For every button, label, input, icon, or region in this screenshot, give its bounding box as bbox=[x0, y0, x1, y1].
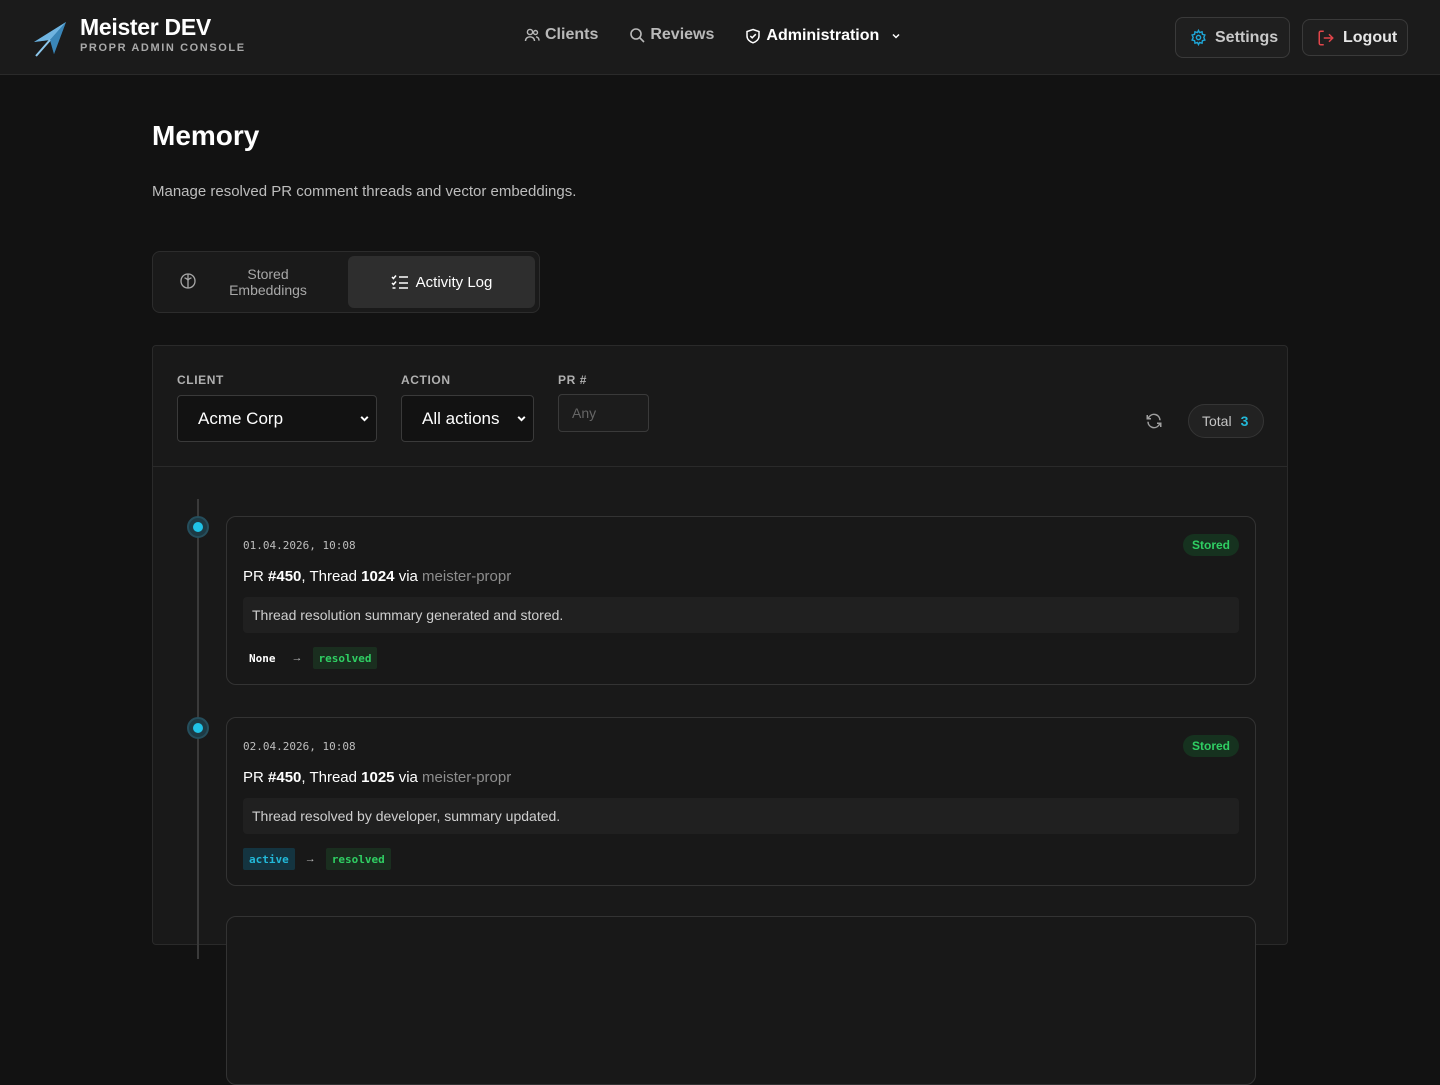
from-status: active bbox=[243, 848, 295, 870]
brand[interactable]: Meister DEV PROPR ADMIN CONSOLE bbox=[32, 14, 246, 58]
arrow-right-icon: → bbox=[304, 853, 316, 865]
entry-summary: Thread resolved by developer, summary up… bbox=[243, 798, 1239, 834]
nav-reviews[interactable]: Reviews bbox=[629, 26, 714, 44]
thread-prefix: , Thread bbox=[301, 568, 362, 585]
search-icon bbox=[630, 27, 645, 43]
settings-label: Settings bbox=[1215, 28, 1279, 46]
total-value: 3 bbox=[1240, 413, 1249, 429]
pr-number: #450 bbox=[268, 769, 302, 786]
to-status: resolved bbox=[312, 647, 378, 669]
timeline-dot bbox=[187, 717, 209, 739]
logout-button[interactable]: Logout bbox=[1302, 19, 1408, 56]
chevron-down-icon bbox=[892, 33, 900, 39]
tab-stored-embeddings[interactable]: Stored Embeddings bbox=[157, 256, 347, 308]
memory-tabs: Stored Embeddings Activity Log bbox=[152, 251, 540, 313]
tab-activity-label: Activity Log bbox=[415, 273, 493, 291]
users-icon bbox=[524, 28, 540, 41]
thread-prefix: , Thread bbox=[301, 769, 362, 786]
nav-administration-label: Administration bbox=[766, 27, 880, 44]
pr-prefix: PR bbox=[243, 568, 269, 585]
nav-reviews-label: Reviews bbox=[650, 25, 715, 43]
action-select-value: All actions bbox=[422, 408, 500, 428]
activity-entry: 01.04.2026, 10:08 Stored PR #450, Thread… bbox=[226, 516, 1256, 685]
activity-entry: 02.04.2026, 10:08 Stored PR #450, Thread… bbox=[226, 717, 1256, 886]
activity-entry-partial bbox=[226, 916, 1256, 1085]
activity-panel: CLIENT Acme Corp ACTION All actions PR #… bbox=[152, 345, 1288, 1085]
entry-title: PR #450, Thread 1024 via meister-propr bbox=[243, 568, 511, 585]
brain-icon bbox=[180, 273, 196, 289]
client-select-value: Acme Corp bbox=[198, 408, 284, 428]
chevron-down-icon bbox=[517, 416, 526, 422]
chevron-down-icon bbox=[360, 416, 369, 422]
action-filter-label: ACTION bbox=[401, 373, 451, 387]
tab-stored-label: Stored Embeddings bbox=[229, 266, 307, 298]
status-transition: None → resolved bbox=[243, 647, 378, 669]
entry-summary: Thread resolution summary generated and … bbox=[243, 597, 1239, 633]
thread-number: 1024 bbox=[361, 568, 395, 585]
main-nav: Clients Reviews Administration bbox=[524, 24, 932, 45]
entry-title: PR #450, Thread 1025 via meister-propr bbox=[243, 769, 511, 786]
status-badge: Stored bbox=[1182, 735, 1239, 757]
client-filter-label: CLIENT bbox=[177, 373, 224, 387]
logout-icon bbox=[1318, 30, 1334, 45]
client-select[interactable]: Acme Corp bbox=[177, 395, 377, 442]
total-count-badge: Total 3 bbox=[1188, 404, 1264, 438]
logout-label: Logout bbox=[1343, 28, 1398, 46]
action-select[interactable]: All actions bbox=[401, 395, 534, 442]
to-status: resolved bbox=[325, 848, 391, 870]
arrow-right-icon: → bbox=[291, 652, 303, 664]
paper-plane-logo-icon bbox=[34, 22, 66, 57]
shield-check-icon bbox=[746, 28, 761, 44]
entry-timestamp: 01.04.2026, 10:08 bbox=[243, 539, 356, 552]
via-text: via bbox=[394, 769, 423, 786]
nav-administration[interactable]: Administration bbox=[745, 27, 901, 45]
pr-prefix: PR bbox=[243, 769, 269, 786]
list-checks-icon bbox=[391, 275, 408, 289]
timeline-dot bbox=[187, 516, 209, 538]
pr-number-input[interactable]: Any bbox=[558, 394, 649, 432]
entry-timestamp: 02.04.2026, 10:08 bbox=[243, 740, 356, 753]
top-header: Meister DEV PROPR ADMIN CONSOLE Clients … bbox=[0, 0, 1440, 75]
source-name: meister-propr bbox=[422, 568, 512, 585]
source-name: meister-propr bbox=[422, 769, 512, 786]
status-transition: active → resolved bbox=[243, 848, 391, 870]
settings-button[interactable]: Settings bbox=[1175, 17, 1290, 58]
total-label: Total bbox=[1202, 413, 1232, 429]
pr-number: #450 bbox=[268, 568, 302, 585]
gear-icon bbox=[1191, 29, 1206, 46]
filter-bar: CLIENT Acme Corp ACTION All actions PR #… bbox=[153, 346, 1287, 467]
via-text: via bbox=[394, 568, 423, 585]
page-title: Memory bbox=[152, 120, 260, 151]
page-subtitle: Manage resolved PR comment threads and v… bbox=[152, 183, 577, 200]
refresh-icon[interactable] bbox=[1145, 412, 1163, 430]
brand-subtitle: PROPR ADMIN CONSOLE bbox=[80, 42, 246, 54]
from-status: None bbox=[249, 651, 276, 665]
brand-name: Meister DEV bbox=[80, 14, 211, 40]
tab-activity-log[interactable]: Activity Log bbox=[348, 256, 535, 308]
pr-filter-label: PR # bbox=[558, 373, 588, 387]
nav-clients[interactable]: Clients bbox=[524, 26, 598, 44]
status-badge: Stored bbox=[1182, 534, 1239, 556]
nav-clients-label: Clients bbox=[545, 25, 599, 43]
thread-number: 1025 bbox=[361, 769, 395, 786]
